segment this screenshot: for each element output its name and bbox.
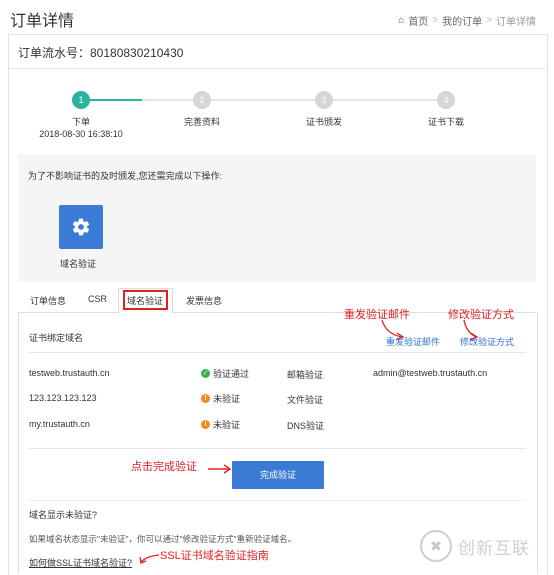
faq-answer: 如果域名状态显示"未验证"，你可以通过"修改验证方式"重新验证域名。 bbox=[29, 534, 297, 544]
verify-detail: admin@testweb.trustauth.cn bbox=[373, 368, 488, 378]
step-4-label: 证书下载 bbox=[427, 117, 465, 127]
section-divider bbox=[28, 448, 526, 449]
annotation-guide: SSL证书域名验证指南 bbox=[160, 550, 269, 562]
faq-question: 域名显示未验证? bbox=[29, 510, 98, 520]
domain-name: 123.123.123.123 bbox=[29, 393, 97, 403]
section-title: 证书绑定域名 bbox=[29, 333, 84, 343]
howto-link[interactable]: 如何做SSL证书域名验证? bbox=[29, 556, 132, 569]
annotation-arrow-guide bbox=[139, 554, 160, 564]
breadcrumb: ⌂ 首页 > 我的订单 > 订单详情 bbox=[398, 13, 536, 28]
status-text: 验证通过 bbox=[213, 369, 250, 379]
warning-circle-icon: ! bbox=[201, 420, 210, 429]
check-circle-icon: ✓ bbox=[201, 369, 210, 378]
tab-order-info[interactable]: 订单信息 bbox=[30, 294, 66, 307]
annotation-arrow-finish bbox=[208, 464, 232, 474]
divider bbox=[8, 68, 546, 69]
watermark-logo-icon: ✖ bbox=[420, 530, 452, 562]
tab-csr[interactable]: CSR bbox=[88, 294, 107, 304]
section-divider bbox=[28, 352, 526, 353]
step-1-date: 2018-08-30 16:38:10 bbox=[39, 129, 123, 139]
watermark: ✖ 创新互联 bbox=[420, 530, 530, 562]
tab-highlight-box bbox=[123, 290, 168, 310]
verify-method: 文件验证 bbox=[287, 395, 324, 405]
notice-text: 为了不影响证书的及时颁发,您还需完成以下操作: bbox=[28, 171, 223, 181]
breadcrumb-home[interactable]: 首页 bbox=[408, 13, 428, 28]
verify-method: 邮箱验证 bbox=[287, 370, 324, 380]
gear-icon bbox=[72, 218, 90, 236]
home-icon[interactable]: ⌂ bbox=[398, 15, 404, 26]
status-text: 未验证 bbox=[213, 420, 241, 430]
faq-divider bbox=[28, 500, 526, 501]
resend-email-link[interactable]: 重发验证邮件 bbox=[386, 335, 440, 348]
step-3-label: 证书颁发 bbox=[305, 117, 343, 127]
domain-name: testweb.trustauth.cn bbox=[29, 368, 110, 378]
progress-line-done bbox=[82, 99, 142, 101]
warning-circle-icon: ! bbox=[201, 394, 210, 403]
verify-status: ! 未验证 bbox=[201, 418, 240, 431]
breadcrumb-separator: > bbox=[486, 15, 492, 26]
domain-verify-action-label: 域名验证 bbox=[60, 259, 97, 269]
page-title: 订单详情 bbox=[10, 13, 75, 30]
step-1-circle: 1 bbox=[72, 91, 90, 109]
domain-verify-action-button[interactable] bbox=[59, 205, 103, 249]
breadcrumb-current: 订单详情 bbox=[496, 17, 536, 28]
order-serial: 订单流水号：80180830210430 bbox=[18, 46, 184, 60]
step-3-circle: 3 bbox=[315, 91, 333, 109]
finish-verify-button[interactable]: 完成验证 bbox=[232, 461, 324, 489]
step-4-circle: 4 bbox=[437, 91, 455, 109]
step-1-label: 下单 bbox=[71, 117, 91, 127]
domain-name: my.trustauth.cn bbox=[29, 419, 90, 429]
verify-method: DNS验证 bbox=[287, 421, 325, 431]
verify-status: ✓ 验证通过 bbox=[201, 367, 249, 380]
watermark-text: 创新互联 bbox=[458, 538, 530, 558]
verify-status: ! 未验证 bbox=[201, 392, 240, 405]
step-2-circle: 2 bbox=[193, 91, 211, 109]
step-2-label: 完善资料 bbox=[183, 117, 221, 127]
modify-method-link[interactable]: 修改验证方式 bbox=[460, 335, 514, 348]
breadcrumb-orders[interactable]: 我的订单 bbox=[442, 13, 482, 28]
status-text: 未验证 bbox=[213, 394, 241, 404]
breadcrumb-separator: > bbox=[432, 15, 439, 26]
progress-line-pending bbox=[142, 99, 446, 101]
tab-invoice[interactable]: 发票信息 bbox=[186, 294, 222, 307]
annotation-finish: 点击完成验证 bbox=[131, 461, 197, 473]
